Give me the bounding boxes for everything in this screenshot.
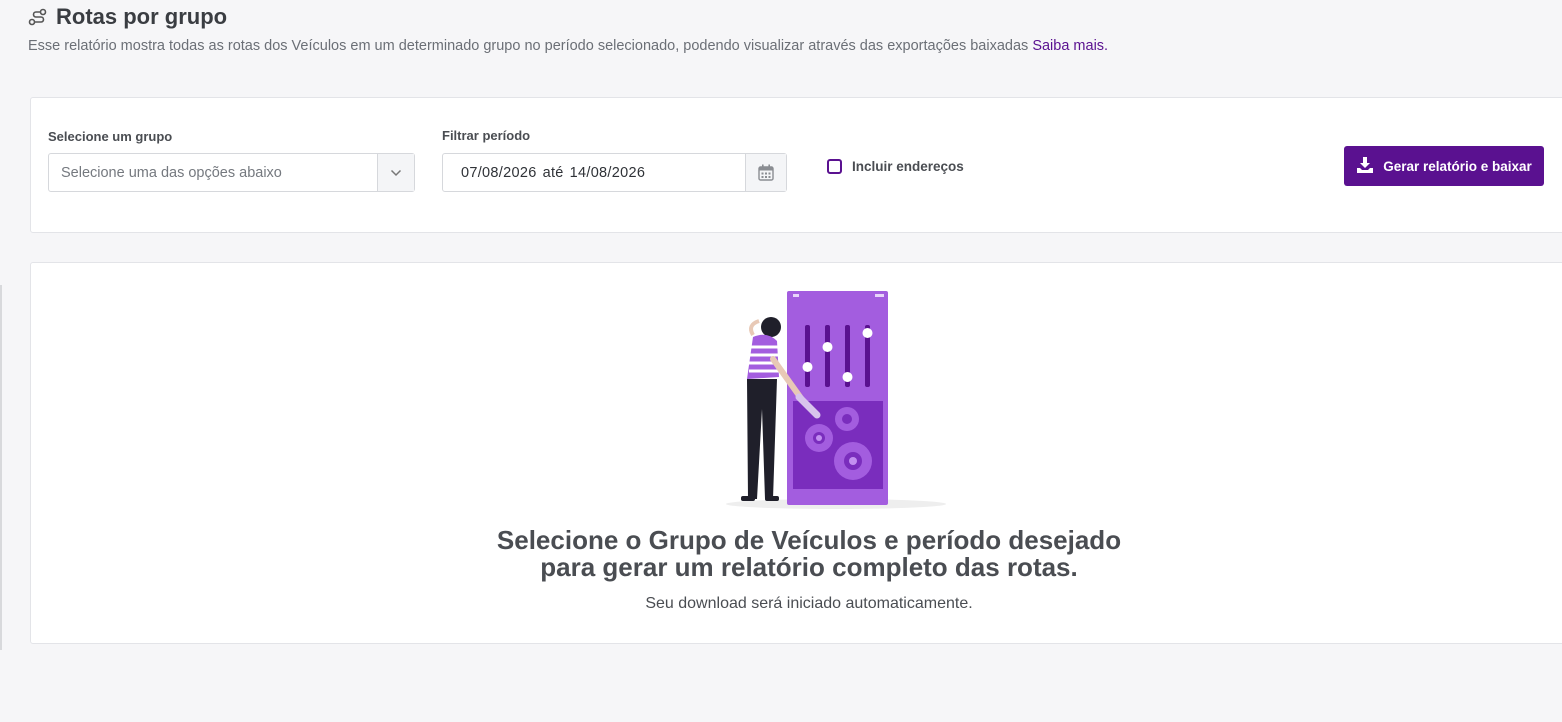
date-range-input[interactable]: 07/08/2026 até 14/08/2026 [442, 153, 787, 192]
date-separator: até [542, 164, 564, 181]
page-header: Rotas por grupo Esse relatório mostra to… [28, 4, 1108, 54]
empty-state-subtext: Seu download será iniciado automaticamen… [645, 595, 973, 612]
route-icon [28, 7, 48, 27]
settings-illustration [726, 291, 946, 509]
empty-state-heading: Selecione o Grupo de Veículos e período … [31, 527, 1562, 581]
download-icon [1356, 156, 1374, 177]
calendar-icon[interactable] [745, 154, 786, 191]
period-label: Filtrar período [442, 128, 531, 143]
empty-state-heading-line1: Selecione o Grupo de Veículos e período … [496, 525, 1122, 555]
empty-state-card: Selecione o Grupo de Veículos e período … [30, 262, 1562, 644]
date-end: 14/08/2026 [569, 164, 646, 181]
empty-state-heading-line2: para gerar um relatório completo das rot… [540, 552, 1078, 582]
include-addresses-option[interactable]: Incluir endereços [827, 159, 964, 174]
group-label: Selecione um grupo [48, 129, 173, 144]
page-description: Esse relatório mostra todas as rotas dos… [28, 38, 1108, 54]
group-select-placeholder: Selecione uma das opções abaixo [61, 164, 282, 181]
title-row: Rotas por grupo [28, 4, 1108, 30]
description-text: Esse relatório mostra todas as rotas dos… [28, 38, 1029, 54]
generate-report-label: Gerar relatório e baixar [1383, 158, 1532, 174]
group-select[interactable]: Selecione uma das opções abaixo [48, 153, 415, 192]
include-addresses-checkbox[interactable] [827, 159, 842, 174]
chevron-down-icon[interactable] [377, 154, 414, 191]
date-range-text: 07/08/2026 até 14/08/2026 [443, 165, 745, 181]
page-title: Rotas por grupo [56, 4, 228, 29]
left-divider [0, 285, 2, 650]
generate-report-button[interactable]: Gerar relatório e baixar [1344, 146, 1544, 186]
filter-card: Selecione um grupo Selecione uma das opç… [30, 97, 1562, 233]
date-start: 07/08/2026 [461, 164, 537, 181]
learn-more-link[interactable]: Saiba mais. [1032, 38, 1108, 54]
include-addresses-label: Incluir endereços [852, 159, 964, 174]
